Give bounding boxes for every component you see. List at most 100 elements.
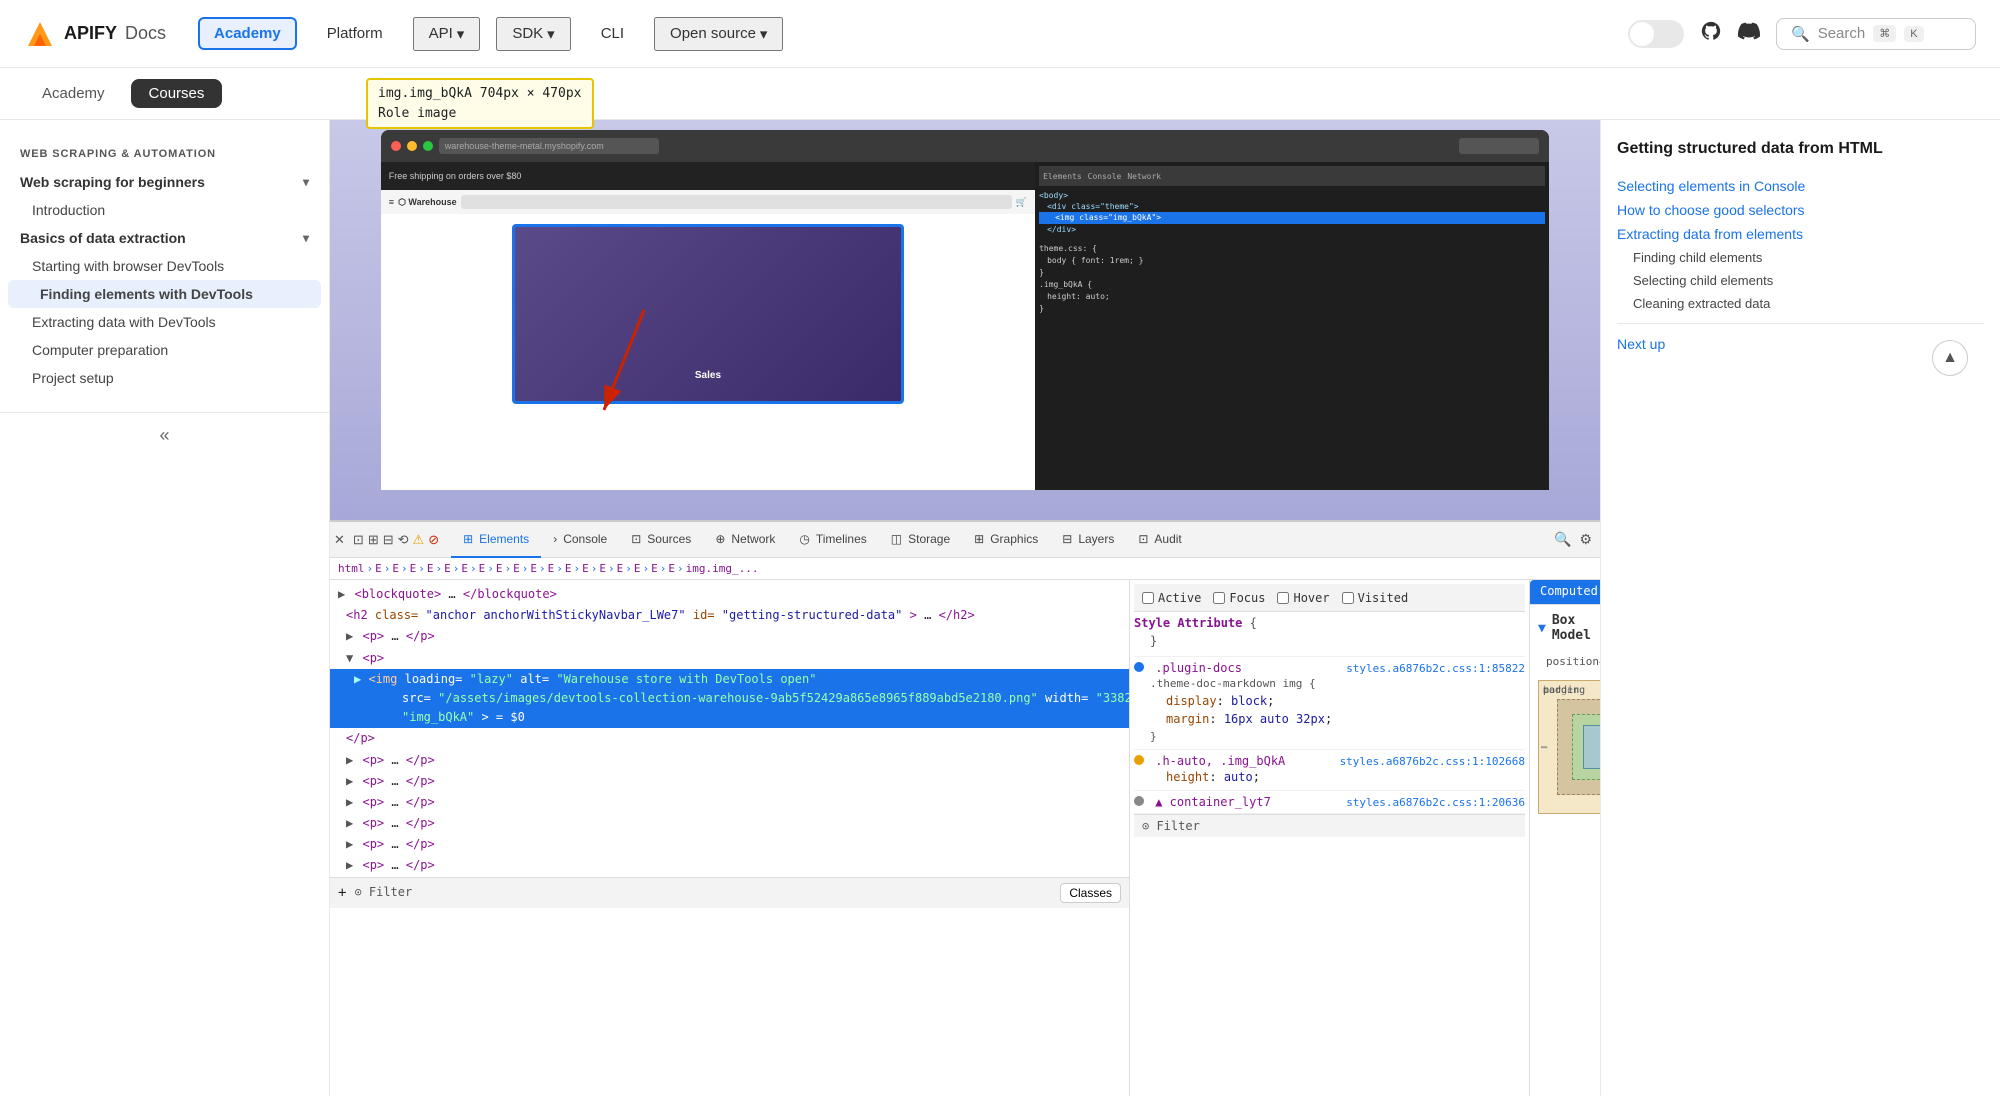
rule-badge-2 xyxy=(1134,755,1144,765)
second-nav: Academy Courses xyxy=(0,68,2000,120)
nav-academy-button[interactable]: Academy xyxy=(198,17,297,50)
browser-url-bar: warehouse-theme-metal.myshopify.com xyxy=(439,138,659,154)
discord-icon[interactable] xyxy=(1738,20,1760,48)
logo[interactable]: APIFY Docs xyxy=(24,18,166,50)
content-box: 704 × 470 xyxy=(1583,725,1600,769)
dom-line[interactable]: <h2 class= "anchor anchorWithStickyNavba… xyxy=(330,605,1129,626)
dom-line-selected[interactable]: ▶ <img loading= "lazy" alt= "Warehouse s… xyxy=(330,669,1129,729)
devtools-error-icon[interactable]: ⊘ xyxy=(428,532,439,548)
network-icon: ⊕ xyxy=(715,532,725,546)
right-sidebar-item-next-up[interactable]: Next up xyxy=(1617,332,1984,356)
browser-dot-yellow xyxy=(407,141,417,151)
nav-api-button[interactable]: API ▾ xyxy=(413,17,481,51)
sidebar-item-computer-prep[interactable]: Computer preparation xyxy=(0,336,329,364)
theme-toggle-knob xyxy=(1630,22,1654,46)
tooltip-line1: img.img_bQkA 704px × 470px xyxy=(378,84,582,104)
sidebar-item-extracting-data[interactable]: Extracting data with DevTools xyxy=(0,308,329,336)
browser-dot-green xyxy=(423,141,433,151)
sidebar-item-finding-elements[interactable]: Finding elements with DevTools xyxy=(8,280,321,308)
devtools-pointer-icon[interactable]: ⟲ xyxy=(398,532,409,548)
style-source-link-3[interactable]: styles.a6876b2c.css:1:20636 xyxy=(1346,796,1525,809)
devtools-tab-timelines[interactable]: ◷ Timelines xyxy=(787,522,878,558)
dom-line[interactable]: ▶ <p> … </p> xyxy=(330,750,1129,771)
right-sidebar-item-selecting-console[interactable]: Selecting elements in Console xyxy=(1617,174,1984,198)
sources-icon: ⊡ xyxy=(631,532,641,546)
right-sidebar-item-cleaning-data[interactable]: Cleaning extracted data xyxy=(1617,292,1984,315)
apify-logo-icon xyxy=(24,18,56,50)
classes-button[interactable]: Classes xyxy=(1060,883,1121,903)
scroll-top-button[interactable]: ▲ xyxy=(1932,340,1968,376)
dom-line[interactable]: ▶ <p> … </p> xyxy=(330,626,1129,647)
dom-line[interactable]: </p> xyxy=(330,728,1129,749)
devtools-tab-graphics[interactable]: ⊞ Graphics xyxy=(962,522,1050,558)
style-rule-attribute: Style Attribute { } xyxy=(1134,612,1525,657)
timelines-icon: ◷ xyxy=(799,532,809,546)
nav-sdk-button[interactable]: SDK ▾ xyxy=(496,17,570,51)
focus-checkbox[interactable]: Focus xyxy=(1213,591,1265,605)
sidebar-item-web-scraping-beginners[interactable]: Web scraping for beginners ▾ xyxy=(0,168,329,196)
dom-line[interactable]: ▶ <p> … </p> xyxy=(330,771,1129,792)
dom-line[interactable]: ▶ <blockquote> … </blockquote> xyxy=(330,584,1129,605)
dom-panel[interactable]: ▶ <blockquote> … </blockquote> <h2 class… xyxy=(330,580,1130,1096)
dom-line[interactable]: ▶ <p> … </p> xyxy=(330,834,1129,855)
devtools-device-icon[interactable]: ⊞ xyxy=(368,532,379,548)
devtools-tab-console[interactable]: › Console xyxy=(541,522,619,558)
devtools-tab-layers[interactable]: ⊟ Layers xyxy=(1050,522,1126,558)
tab-academy[interactable]: Academy xyxy=(24,79,123,108)
hover-checkbox[interactable]: Hover xyxy=(1277,591,1329,605)
right-sidebar-item-finding-child[interactable]: Finding child elements xyxy=(1617,246,1984,269)
nav-opensource-button[interactable]: Open source ▾ xyxy=(654,17,783,51)
github-icon[interactable] xyxy=(1700,20,1722,48)
devtools-close-icon[interactable]: ✕ xyxy=(334,532,345,548)
tab-courses[interactable]: Courses xyxy=(131,79,223,108)
margin-box: 16 – – – margin border – – – xyxy=(1538,680,1600,814)
visited-checkbox[interactable]: Visited xyxy=(1342,591,1409,605)
page-header-bar: Free shipping on orders over $80 xyxy=(381,162,1035,190)
right-sidebar-divider xyxy=(1617,323,1984,324)
nav-platform-button[interactable]: Platform xyxy=(313,19,397,48)
right-sidebar-item-selecting-child[interactable]: Selecting child elements xyxy=(1617,269,1984,292)
state-filters: Active Focus Hover Visited xyxy=(1134,584,1525,612)
sidebar-item-basics[interactable]: Basics of data extraction ▾ xyxy=(0,224,329,252)
style-source-link-2[interactable]: styles.a6876b2c.css:1:102668 xyxy=(1340,755,1525,768)
devtools-inspect-icon[interactable]: ⊡ xyxy=(353,532,364,548)
devtools-settings-icon[interactable]: ⚙ xyxy=(1579,531,1592,548)
devtools-search-icon[interactable]: 🔍 xyxy=(1554,531,1571,548)
devtools-tab-storage[interactable]: ◫ Storage xyxy=(879,522,962,558)
browser-simulation: warehouse-theme-metal.myshopify.com Free… xyxy=(381,130,1549,490)
sidebar-collapse-button[interactable]: « xyxy=(159,425,169,446)
sidebar-item-starting-devtools[interactable]: Starting with browser DevTools xyxy=(0,252,329,280)
style-rule-h-auto: .h-auto, .img_bQkA styles.a6876b2c.css:1… xyxy=(1134,750,1525,791)
devtools-tab-audit[interactable]: ⊡ Audit xyxy=(1126,522,1193,558)
triangle-icon: ▼ xyxy=(1538,621,1546,636)
dom-line[interactable]: ▶ <p> … </p> xyxy=(330,813,1129,834)
search-box[interactable]: 🔍 Search ⌘ K xyxy=(1776,18,1976,50)
browser-dot-red xyxy=(391,141,401,151)
right-sidebar-item-extracting-data[interactable]: Extracting data from elements xyxy=(1617,222,1984,246)
dom-line[interactable]: ▶ <p> … </p> xyxy=(330,792,1129,813)
storage-icon: ◫ xyxy=(891,532,902,546)
devtools-warning-icon[interactable]: ⚠ xyxy=(413,532,425,548)
devtools-screen-icon[interactable]: ⊟ xyxy=(383,532,394,548)
sidebar-item-project-setup[interactable]: Project setup xyxy=(0,364,329,392)
right-sidebar-item-good-selectors[interactable]: How to choose good selectors xyxy=(1617,198,1984,222)
computed-tabs-row: Computed Layout Font Changes Node Layers xyxy=(1530,580,1600,605)
nav-cli-button[interactable]: CLI xyxy=(587,19,638,48)
browser-tab xyxy=(1459,138,1539,154)
computed-tab-computed[interactable]: Computed xyxy=(1530,580,1600,604)
elements-icon: ⊞ xyxy=(463,532,473,546)
browser-devtools-panel: Elements Console Network <body> <div cla… xyxy=(1035,162,1549,490)
dom-line[interactable]: ▼ <p> xyxy=(330,648,1129,669)
style-source-link[interactable]: styles.a6876b2c.css:1:85822 xyxy=(1346,662,1525,675)
theme-toggle-button[interactable] xyxy=(1628,20,1684,48)
dom-line[interactable]: ▶ <p> … </p> xyxy=(330,855,1129,876)
devtools-tab-elements[interactable]: ⊞ Elements xyxy=(451,522,541,558)
devtools-tab-network[interactable]: ⊕ Network xyxy=(703,522,787,558)
active-checkbox[interactable]: Active xyxy=(1142,591,1201,605)
filter-plus-icon[interactable]: + xyxy=(338,882,346,904)
devtools-tab-sources[interactable]: ⊡ Sources xyxy=(619,522,703,558)
box-model-diagram: 16 – – – margin border – – – xyxy=(1538,680,1600,814)
browser-chrome: warehouse-theme-metal.myshopify.com xyxy=(381,130,1549,162)
page-nav-bar: ≡ ⬡ Warehouse 🛒 xyxy=(381,190,1035,214)
sidebar-item-introduction[interactable]: Introduction xyxy=(0,196,329,224)
